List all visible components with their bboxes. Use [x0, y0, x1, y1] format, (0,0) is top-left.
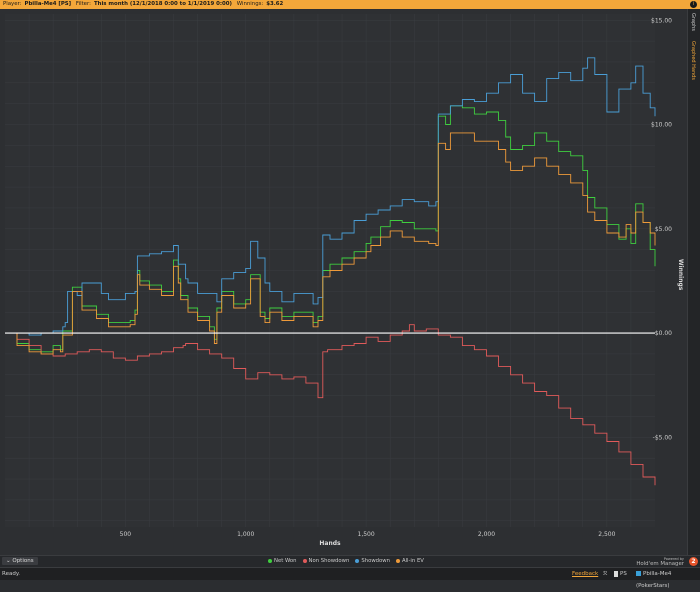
side-tabs: Graphs Graphed Hands — [687, 9, 700, 555]
y-tick-label: $10.00 — [651, 122, 672, 129]
winnings-chart: 500 1,000 1,500 2,000 2,500 -$5.00 $0.00 $5.00 $… — [5, 14, 684, 547]
y-tick-label: -$5.00 — [653, 434, 673, 441]
x-tick-label: 1,500 — [358, 531, 375, 538]
y-tick-label: $15.00 — [651, 17, 672, 24]
player-name: Pbilla-Me4 (PokerStars) — [636, 571, 672, 589]
legend-item[interactable]: All-in EV — [395, 558, 424, 564]
chart-legend: Net Won Non Showdown Showdown All-in EV — [268, 558, 430, 564]
feedback-link[interactable]: Feedback — [572, 568, 598, 580]
chevron-down-icon: ⌄ — [6, 558, 11, 564]
status-text: Ready. — [2, 571, 21, 577]
legend-dot-icon — [268, 558, 272, 563]
options-label: Options — [12, 558, 34, 564]
legend-dot-icon — [302, 558, 307, 563]
options-button[interactable]: ⌄ Options — [2, 557, 38, 565]
x-tick-label: 2,500 — [598, 531, 615, 538]
site-label: PS — [620, 571, 627, 577]
legend-item[interactable]: Net Won — [268, 558, 297, 564]
x-tick-label: 2,000 — [478, 531, 495, 538]
legend-item[interactable]: Showdown — [355, 558, 390, 564]
legend-label: Showdown — [361, 558, 390, 564]
legend-dot-icon — [395, 558, 400, 563]
winnings-value: $3.62 — [266, 1, 284, 7]
y-axis-label: Winnings — [677, 259, 684, 291]
graph-panel: 500 1,000 1,500 2,000 2,500 -$5.00 $0.00 $5.00 $… — [0, 9, 688, 555]
winnings-label: Winnings: — [236, 1, 264, 7]
site-icon — [614, 570, 618, 577]
site-selector[interactable]: PS — [614, 568, 627, 580]
legend-label: All-in EV — [401, 558, 424, 564]
rss-icon[interactable]: ℛ — [603, 568, 607, 580]
player-label: Player: — [3, 1, 22, 7]
legend-dot-icon — [355, 558, 360, 563]
legend-label: Net Won — [274, 558, 297, 564]
player-selector[interactable]: Pbilla-Me4 (PokerStars) — [636, 568, 700, 592]
status-bar: Ready. Feedback ℛ PS Pbilla-Me4 (PokerSt… — [0, 567, 700, 589]
legend-item[interactable]: Non Showdown — [302, 558, 350, 564]
player-value[interactable]: Pbilla-Me4 [PS] — [25, 1, 72, 7]
y-tick-label: $0.00 — [655, 330, 672, 337]
legend-label: Non Showdown — [308, 558, 350, 564]
y-tick-label: $5.00 — [655, 226, 672, 233]
x-tick-label: 1,000 — [237, 531, 254, 538]
options-bar: ⌄ Options Net Won Non Showdown Showdown All… — [0, 555, 700, 567]
info-icon[interactable]: i — [690, 1, 697, 8]
tab-graphs[interactable]: Graphs — [690, 13, 696, 31]
x-axis-label: Hands — [319, 540, 341, 547]
tab-graphed-hands[interactable]: Graphed Hands — [690, 41, 696, 80]
x-tick-label: 500 — [120, 531, 132, 538]
filter-label: Filter: — [75, 1, 91, 7]
branding: Powered by Hold'em Manager — [636, 557, 684, 567]
filter-value[interactable]: This month (12/1/2018 0:00 to 1/1/2019 0… — [94, 1, 232, 7]
player-icon — [636, 571, 641, 576]
filter-header: Player: Pbilla-Me4 [PS] Filter: This month… — [0, 0, 700, 9]
hm2-logo-icon: 2 — [689, 557, 698, 566]
